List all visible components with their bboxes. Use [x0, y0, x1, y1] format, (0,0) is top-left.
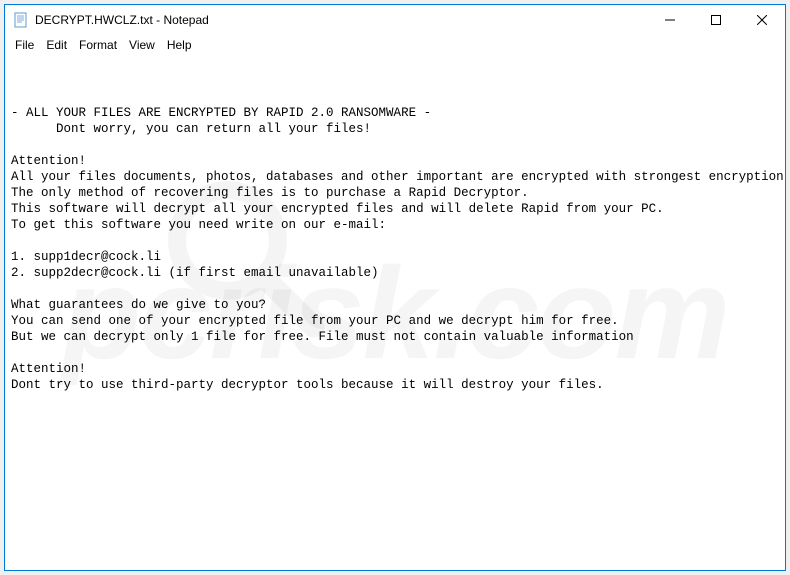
notepad-icon: [13, 12, 29, 28]
text-line: 2. supp2decr@cock.li (if first email una…: [11, 266, 379, 280]
close-button[interactable]: [739, 5, 785, 35]
text-line: Dont worry, you can return all your file…: [11, 122, 371, 136]
text-line: 1. supp1decr@cock.li: [11, 250, 161, 264]
text-line: All your files documents, photos, databa…: [11, 170, 784, 184]
window-title: DECRYPT.HWCLZ.txt - Notepad: [35, 13, 647, 27]
text-line: This software will decrypt all your encr…: [11, 202, 664, 216]
text-line: Dont try to use third-party decryptor to…: [11, 378, 604, 392]
text-line: The only method of recovering files is t…: [11, 186, 529, 200]
menu-edit[interactable]: Edit: [40, 37, 73, 53]
maximize-button[interactable]: [693, 5, 739, 35]
menubar: File Edit Format View Help: [5, 35, 785, 55]
titlebar: DECRYPT.HWCLZ.txt - Notepad: [5, 5, 785, 35]
text-line: Attention!: [11, 154, 86, 168]
menu-help[interactable]: Help: [161, 37, 198, 53]
window-controls: [647, 5, 785, 35]
menu-file[interactable]: File: [9, 37, 40, 53]
text-line: Attention!: [11, 362, 86, 376]
minimize-button[interactable]: [647, 5, 693, 35]
text-line: To get this software you need write on o…: [11, 218, 386, 232]
menu-format[interactable]: Format: [73, 37, 123, 53]
text-line: You can send one of your encrypted file …: [11, 314, 619, 328]
text-area[interactable]: pcrisk.com - ALL YOUR FILES ARE ENCRYPTE…: [5, 55, 785, 570]
text-line: But we can decrypt only 1 file for free.…: [11, 330, 634, 344]
text-line: What guarantees do we give to you?: [11, 298, 266, 312]
menu-view[interactable]: View: [123, 37, 161, 53]
notepad-window: DECRYPT.HWCLZ.txt - Notepad File Edit Fo…: [4, 4, 786, 571]
text-line: - ALL YOUR FILES ARE ENCRYPTED BY RAPID …: [11, 106, 431, 120]
